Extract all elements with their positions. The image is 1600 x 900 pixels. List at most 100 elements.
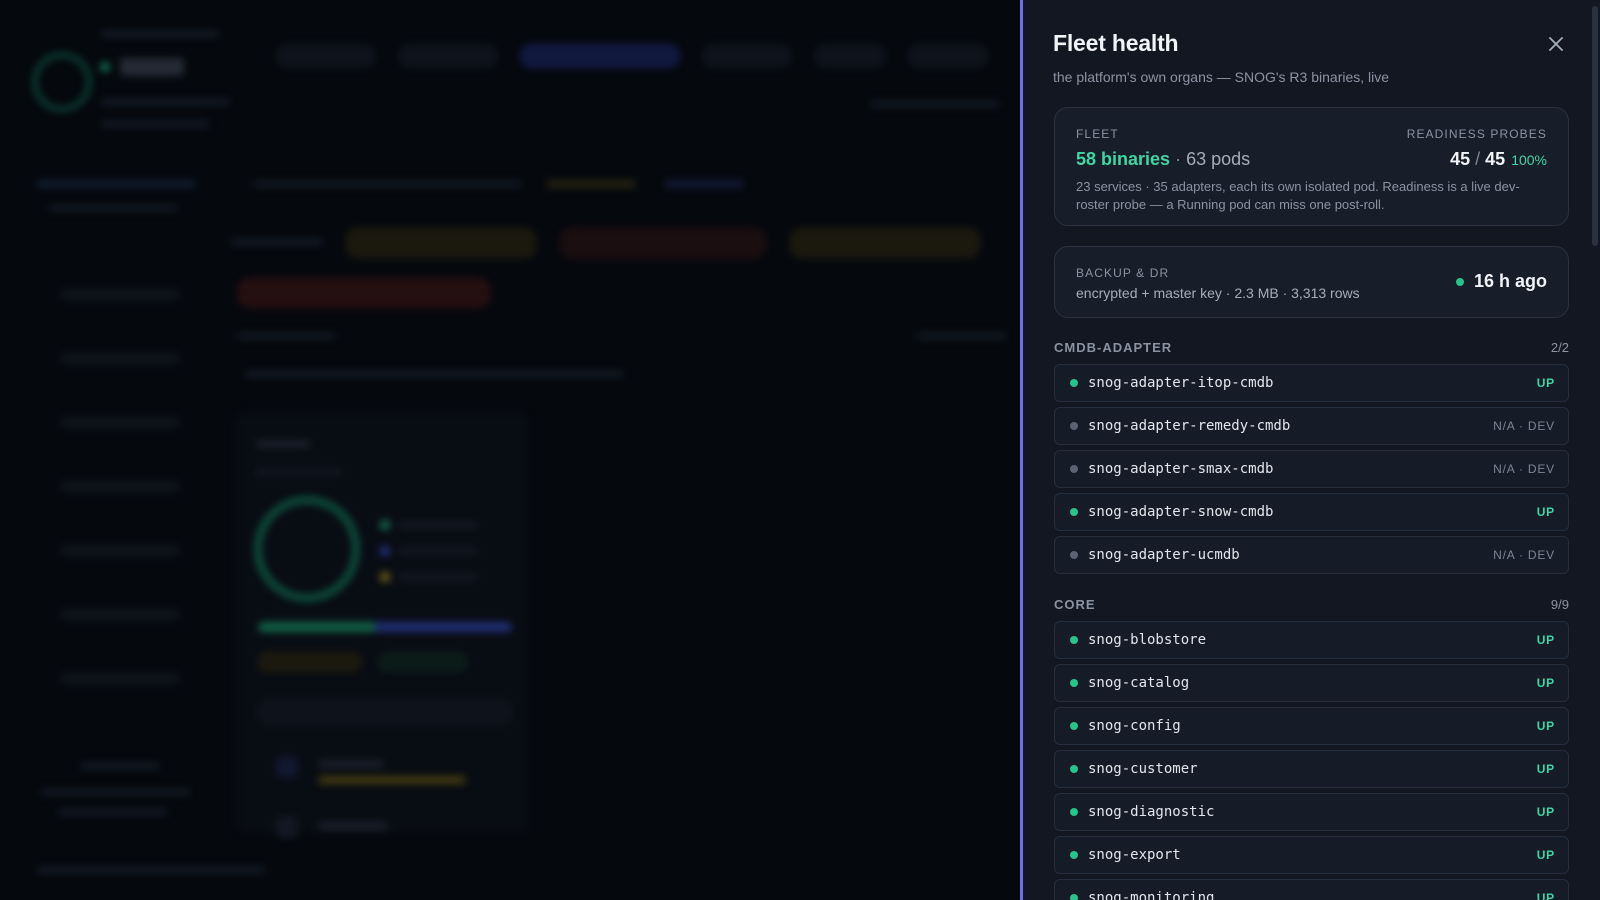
background-text	[398, 521, 478, 529]
service-row[interactable]: snog-monitoring UP	[1054, 879, 1569, 900]
background-ring	[254, 496, 360, 602]
fleet-health-panel: Fleet health the platform's own organs —…	[1020, 0, 1600, 900]
service-row[interactable]: snog-adapter-snow-cmdb UP	[1054, 493, 1569, 531]
probes-counts: 45 / 45 100%	[1407, 149, 1547, 170]
service-row[interactable]: snog-adapter-smax-cmdb N/A · DEV	[1054, 450, 1569, 488]
status-dot	[1070, 508, 1078, 516]
background-text	[48, 204, 178, 212]
service-name: snog-blobstore	[1088, 632, 1207, 648]
fleet-counts: 58 binaries · 63 pods	[1076, 149, 1250, 170]
background-nav	[60, 480, 180, 494]
probes-ready: 45	[1450, 149, 1471, 169]
background-text	[100, 98, 230, 106]
section-name: CORE	[1054, 597, 1096, 612]
panel-subtitle: the platform's own organs — SNOG's R3 bi…	[1053, 69, 1390, 85]
close-button[interactable]	[1542, 30, 1570, 58]
background-text	[244, 370, 624, 378]
background-text	[318, 822, 388, 830]
background-text	[256, 440, 310, 448]
background-text	[252, 180, 522, 188]
background-chip	[238, 278, 490, 308]
background-chip	[346, 228, 536, 258]
backup-card: BACKUP & DR encrypted + master key · 2.3…	[1054, 246, 1569, 318]
status-dot	[1070, 379, 1078, 387]
service-row[interactable]: snog-config UP	[1054, 707, 1569, 745]
service-state: UP	[1536, 505, 1555, 519]
probes-slash: /	[1470, 149, 1486, 169]
background-nav	[60, 544, 180, 558]
background-tab	[398, 44, 498, 68]
background-legend	[380, 520, 390, 530]
service-state: UP	[1536, 676, 1555, 690]
background-chip	[258, 652, 362, 672]
background-text	[36, 180, 196, 188]
service-row[interactable]: snog-diagnostic UP	[1054, 793, 1569, 831]
background-text	[100, 30, 220, 38]
background-tab	[908, 44, 988, 68]
service-state: UP	[1536, 805, 1555, 819]
section-header-cmdb-adapter: CMDB-ADAPTER 2/2	[1054, 340, 1569, 355]
close-icon	[1549, 37, 1563, 51]
service-row[interactable]: snog-catalog UP	[1054, 664, 1569, 702]
service-state: UP	[1536, 633, 1555, 647]
service-state: N/A · DEV	[1493, 419, 1555, 433]
service-row[interactable]: snog-adapter-remedy-cmdb N/A · DEV	[1054, 407, 1569, 445]
background-nav	[60, 352, 180, 366]
panel-header: Fleet health the platform's own organs —…	[1053, 30, 1570, 85]
background-tab	[702, 44, 792, 68]
background-bar	[258, 622, 512, 632]
service-row[interactable]: snog-export UP	[1054, 836, 1569, 874]
backup-status: 16 h ago	[1455, 271, 1547, 292]
service-name: snog-adapter-remedy-cmdb	[1088, 418, 1291, 434]
service-name: snog-adapter-itop-cmdb	[1088, 375, 1274, 391]
background-chip	[258, 698, 512, 726]
fleet-note: 23 services · 35 adapters, each its own …	[1076, 179, 1520, 212]
background-bar	[318, 776, 466, 784]
service-state: N/A · DEV	[1493, 548, 1555, 562]
backup-summary: BACKUP & DR encrypted + master key · 2.3…	[1076, 266, 1360, 301]
fleet-binaries: 58 binaries	[1076, 149, 1171, 169]
background-legend	[380, 572, 390, 582]
background-text	[318, 760, 384, 768]
background-icon	[276, 816, 298, 838]
background-logo	[32, 52, 92, 112]
background-chip	[560, 228, 766, 258]
status-dot	[1070, 422, 1078, 430]
background-text	[870, 100, 1000, 108]
status-dot	[1070, 808, 1078, 816]
status-dot	[1070, 465, 1078, 473]
service-row[interactable]: snog-blobstore UP	[1054, 621, 1569, 659]
background-tab	[814, 44, 886, 68]
service-row[interactable]: snog-adapter-itop-cmdb UP	[1054, 364, 1569, 402]
fleet-caption: FLEET	[1076, 127, 1119, 141]
background-status-dot	[100, 62, 110, 72]
background-text	[546, 180, 636, 188]
status-dot	[1070, 636, 1078, 644]
service-row[interactable]: snog-customer UP	[1054, 750, 1569, 788]
background-text	[664, 180, 744, 188]
background-text	[398, 573, 478, 581]
background-text	[36, 866, 266, 874]
section-header-core: CORE 9/9	[1054, 597, 1569, 612]
panel-scrollbar[interactable]	[1592, 6, 1598, 246]
fleet-summary-card: FLEET 58 binaries · 63 pods READINESS PR…	[1054, 107, 1569, 226]
background-text	[230, 238, 324, 246]
background-text	[58, 808, 168, 816]
section-count: 2/2	[1550, 340, 1569, 355]
service-name: snog-monitoring	[1088, 890, 1215, 900]
service-name: snog-config	[1088, 718, 1181, 734]
background-text	[916, 332, 1006, 340]
status-dot	[1070, 679, 1078, 687]
service-row[interactable]: snog-adapter-ucmdb N/A · DEV	[1054, 536, 1569, 574]
status-dot	[1070, 894, 1078, 900]
background-tab	[520, 44, 680, 68]
background-chip	[378, 652, 468, 672]
backup-status-dot	[1455, 277, 1464, 286]
section-count: 9/9	[1550, 597, 1569, 612]
backup-caption: BACKUP & DR	[1076, 266, 1170, 280]
background-text	[80, 762, 160, 770]
background-nav	[60, 288, 180, 302]
background-text	[236, 332, 336, 340]
background-nav	[60, 608, 180, 622]
fleet-separator: ·	[1170, 149, 1187, 169]
